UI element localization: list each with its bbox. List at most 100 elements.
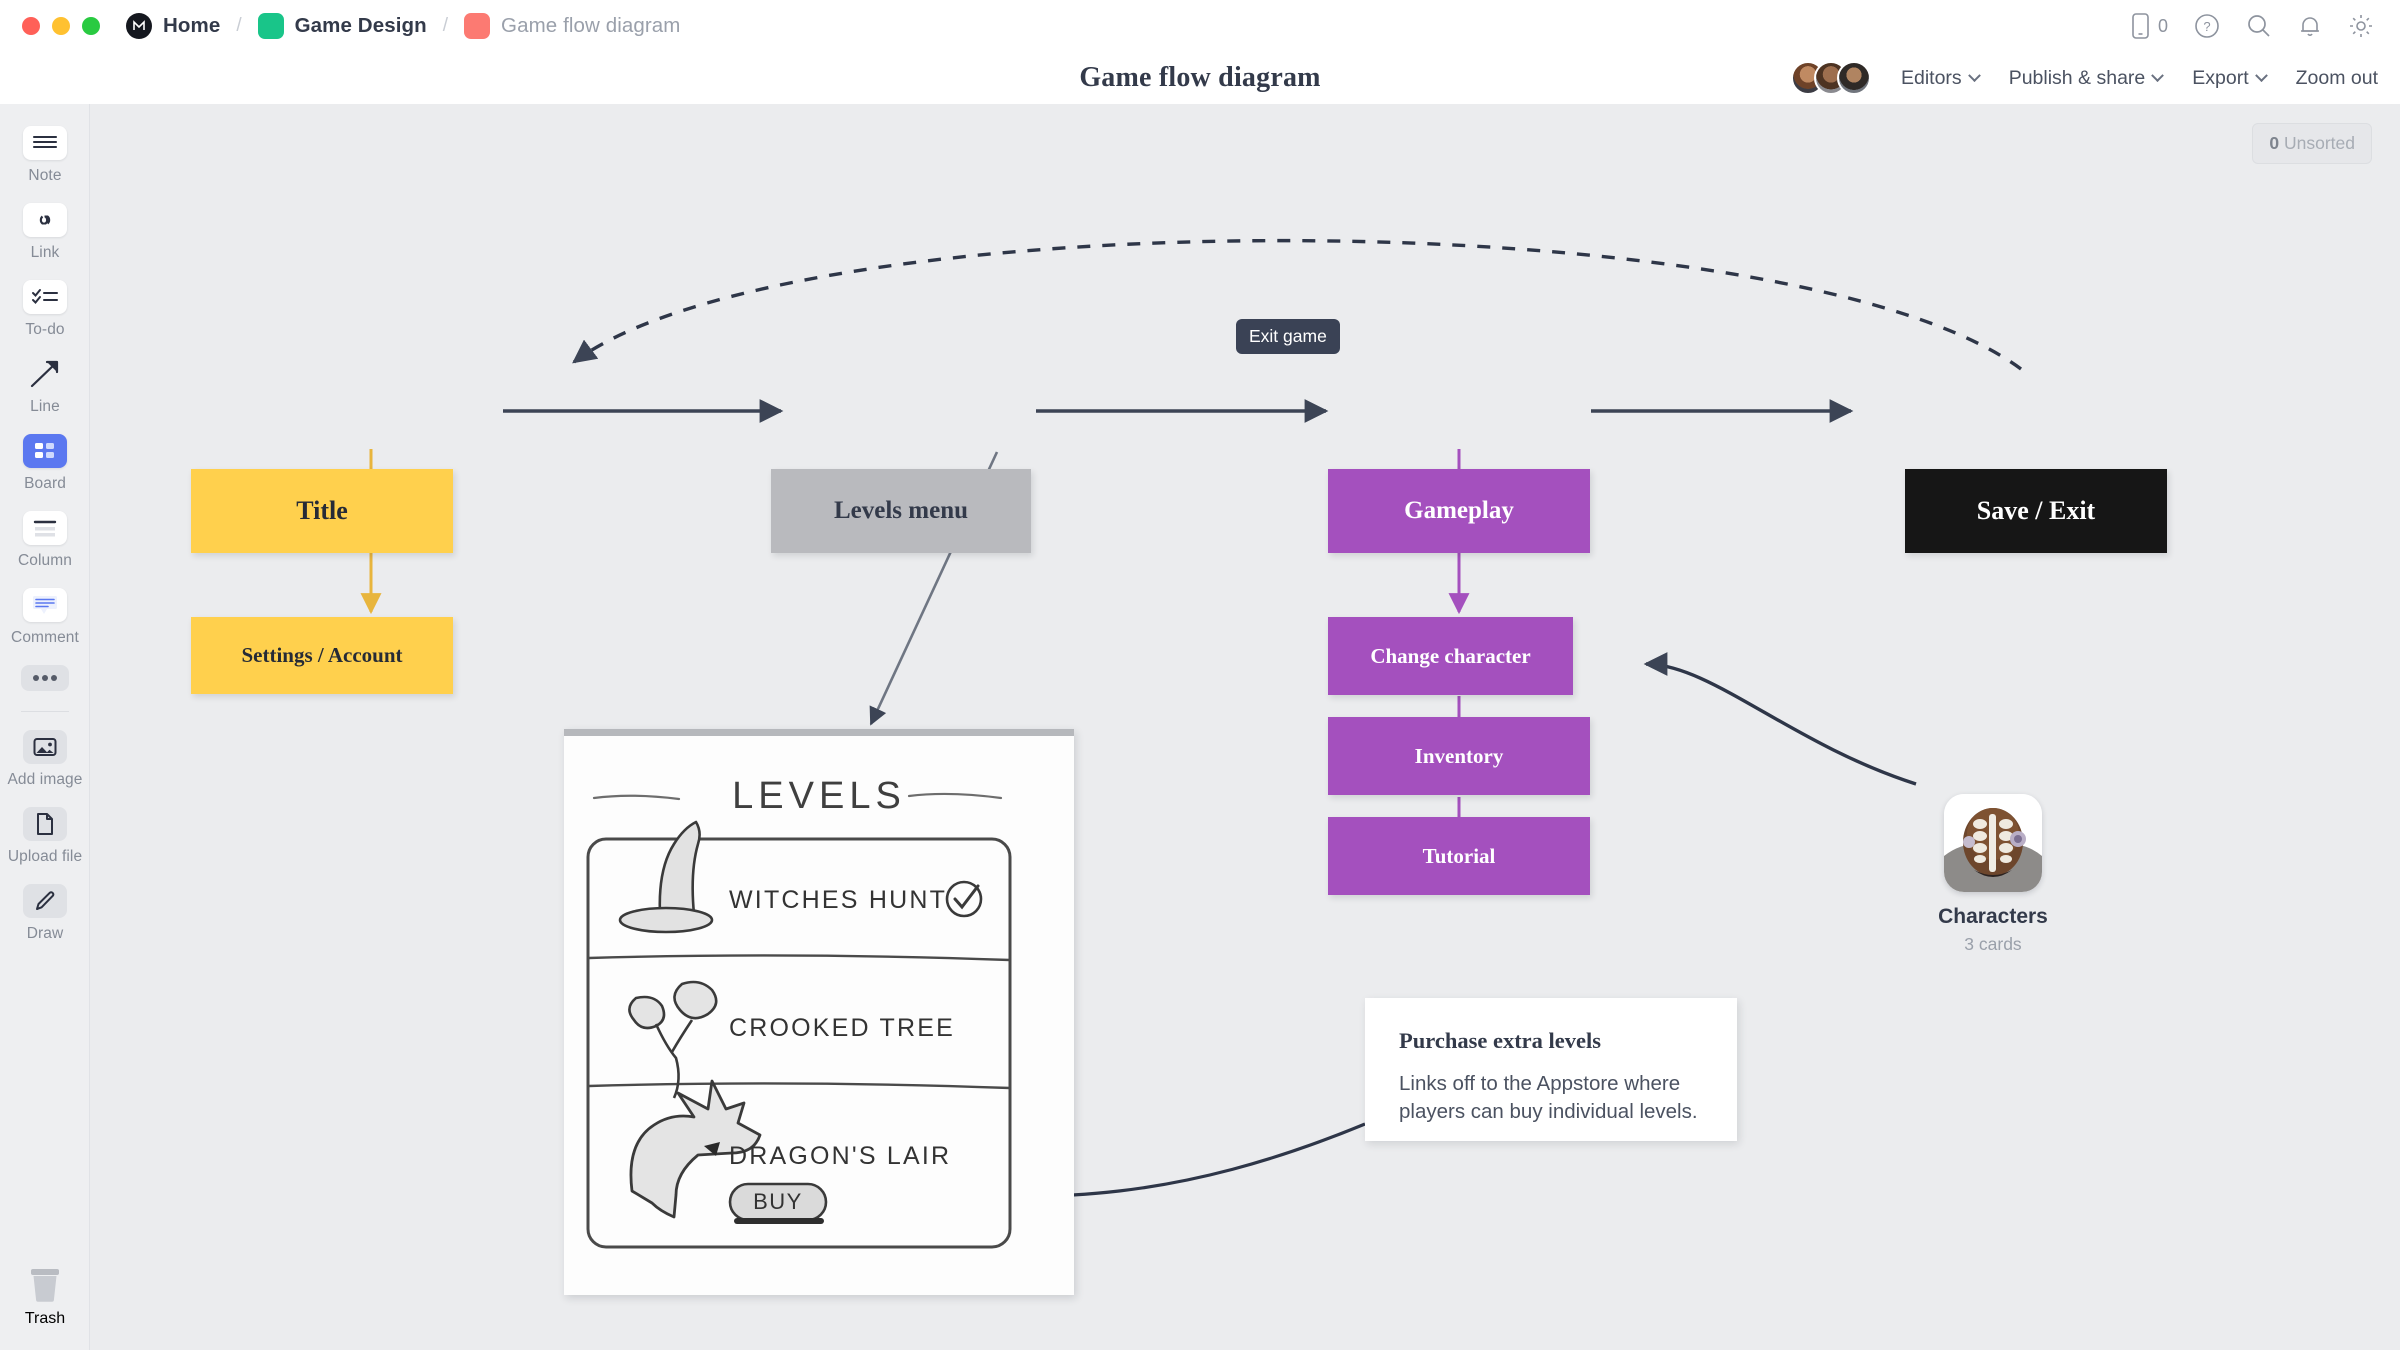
breadcrumb: Home / Game Design / Game flow diagram: [126, 13, 680, 39]
node-label: Title: [296, 496, 348, 526]
breadcrumb-item-game-design[interactable]: Game Design: [257, 13, 427, 39]
notifications-icon[interactable]: [2298, 13, 2322, 39]
creature-face-thumbnail: [1944, 794, 2042, 892]
board-swatch-icon: [464, 13, 491, 39]
breadcrumb-item-home[interactable]: Home: [126, 13, 220, 39]
mobile-devices-indicator[interactable]: 0: [2132, 13, 2168, 39]
connector-layer: [360, 238, 2023, 1207]
sidebar-label-draw: Draw: [26, 925, 64, 942]
breadcrumb-item-current[interactable]: Game flow diagram: [464, 13, 680, 39]
tool-sidebar: Note Link To-do Line Board Column Commen…: [0, 104, 90, 1350]
sidebar-item-line[interactable]: Line: [0, 357, 90, 416]
node-label: Inventory: [1414, 743, 1504, 768]
unsorted-badge[interactable]: 0 Unsorted: [2252, 123, 2372, 164]
sidebar-item-link[interactable]: Link: [0, 203, 90, 262]
zoom-out-button[interactable]: Zoom out: [2296, 67, 2378, 90]
editors-menu[interactable]: Editors: [1900, 66, 1981, 90]
document-header-bar: Game flow diagram Editors Publish & shar…: [0, 52, 2400, 104]
sidebar-label-comment: Comment: [11, 629, 79, 646]
folder-swatch-icon: [257, 13, 284, 39]
draw-pencil-icon: [23, 884, 67, 918]
sidebar-item-comment[interactable]: Comment: [0, 588, 90, 647]
node-label: Save / Exit: [1976, 496, 2096, 526]
note-body: Links off to the Appstore where players …: [1399, 1072, 1698, 1124]
export-menu-label: Export: [2192, 66, 2249, 89]
breadcrumb-label-current: Game flow diagram: [501, 14, 681, 37]
maximize-window-button[interactable]: [82, 17, 100, 35]
characters-card-title: Characters: [1938, 905, 2048, 928]
export-menu[interactable]: Export: [2192, 66, 2268, 90]
help-icon[interactable]: ?: [2194, 13, 2220, 39]
node-title[interactable]: Title: [191, 469, 453, 553]
sidebar-item-more[interactable]: [0, 665, 90, 691]
board-icon: [23, 434, 67, 468]
publish-share-menu-label: Publish & share: [2008, 66, 2146, 89]
close-window-button[interactable]: [22, 17, 40, 35]
milanote-app-window: Home / Game Design / Game flow diagram 0…: [0, 0, 2400, 1350]
sidebar-item-column[interactable]: Column: [0, 511, 90, 570]
sidebar-item-upload-file[interactable]: Upload file: [0, 807, 90, 866]
sidebar-label-upload-file: Upload file: [7, 848, 83, 865]
sidebar-item-board[interactable]: Board: [0, 434, 90, 493]
node-label: Tutorial: [1422, 843, 1496, 868]
node-gameplay[interactable]: Gameplay: [1328, 469, 1590, 553]
node-label: Change character: [1370, 643, 1531, 668]
chevron-down-icon: [2151, 68, 2165, 82]
note-icon: [23, 126, 67, 160]
search-icon[interactable]: [2246, 13, 2272, 39]
svg-text:BUY: BUY: [753, 1189, 803, 1214]
sidebar-label-todo: To-do: [25, 321, 65, 338]
sidebar-label-board: Board: [24, 475, 66, 492]
sidebar-item-todo[interactable]: To-do: [0, 280, 90, 339]
levels-sketch-image: LEVELS WITCHES HUNT CROOKED TREE DRAGON'…: [564, 736, 1074, 1295]
sidebar-label-column: Column: [17, 552, 72, 569]
note-heading: Purchase extra levels: [1399, 1028, 1602, 1053]
purchase-extra-levels-note[interactable]: Purchase extra levels Links off to the A…: [1365, 998, 1737, 1141]
node-label: Levels menu: [833, 496, 969, 524]
sidebar-label-line: Line: [30, 398, 60, 415]
node-settings-account[interactable]: Settings / Account: [191, 617, 453, 694]
sidebar-item-note[interactable]: Note: [0, 126, 90, 185]
sidebar-item-draw[interactable]: Draw: [0, 884, 90, 943]
settings-gear-icon[interactable]: [2348, 13, 2374, 39]
link-icon: [23, 203, 67, 237]
characters-board-card[interactable]: Characters 3 cards: [1923, 794, 2063, 955]
svg-text:?: ?: [2203, 19, 2210, 34]
sidebar-label-trash: Trash: [24, 1310, 66, 1327]
mobile-device-count: 0: [2157, 15, 2168, 36]
editors-menu-label: Editors: [1900, 66, 1962, 89]
svg-text:CROOKED TREE: CROOKED TREE: [729, 1014, 955, 1042]
upload-file-icon: [23, 807, 67, 841]
breadcrumb-label-home: Home: [163, 14, 221, 37]
sidebar-item-trash[interactable]: Trash: [0, 1265, 90, 1328]
avatar: [1836, 61, 1871, 95]
node-levels-menu[interactable]: Levels menu: [771, 469, 1031, 553]
node-tutorial[interactable]: Tutorial: [1328, 817, 1590, 895]
add-image-icon: [23, 730, 67, 764]
line-arrow-icon: [23, 357, 67, 391]
levels-sketch-card[interactable]: LEVELS WITCHES HUNT CROOKED TREE DRAGON'…: [564, 729, 1074, 1295]
node-save-exit[interactable]: Save / Exit: [1905, 469, 2167, 553]
mobile-icon: [2132, 13, 2149, 39]
sidebar-label-add-image: Add image: [7, 771, 83, 788]
comment-icon: [23, 588, 67, 622]
node-change-character[interactable]: Change character: [1328, 617, 1573, 695]
unsorted-label: Unsorted: [2283, 133, 2355, 153]
todo-icon: [23, 280, 67, 314]
buy-button-sketch: BUY: [728, 1182, 828, 1224]
sidebar-item-add-image[interactable]: Add image: [0, 730, 90, 789]
node-inventory[interactable]: Inventory: [1328, 717, 1590, 795]
zoom-out-label: Zoom out: [2295, 66, 2378, 89]
edge-label-exit-game[interactable]: Exit game: [1236, 319, 1340, 354]
publish-share-menu[interactable]: Publish & share: [2008, 66, 2165, 90]
board-canvas[interactable]: 0 Unsorted Exit game Title Settings / Ac…: [91, 104, 2400, 1350]
sidebar-divider: [20, 711, 69, 712]
window-traffic-lights: [0, 17, 100, 35]
breadcrumb-separator: /: [236, 15, 242, 36]
minimize-window-button[interactable]: [52, 17, 70, 35]
node-label: Gameplay: [1404, 496, 1514, 524]
editor-avatars[interactable]: [1790, 61, 1871, 95]
sidebar-label-note: Note: [28, 167, 62, 184]
milanote-logo-icon: [126, 13, 152, 39]
more-dots-icon: [21, 665, 69, 691]
